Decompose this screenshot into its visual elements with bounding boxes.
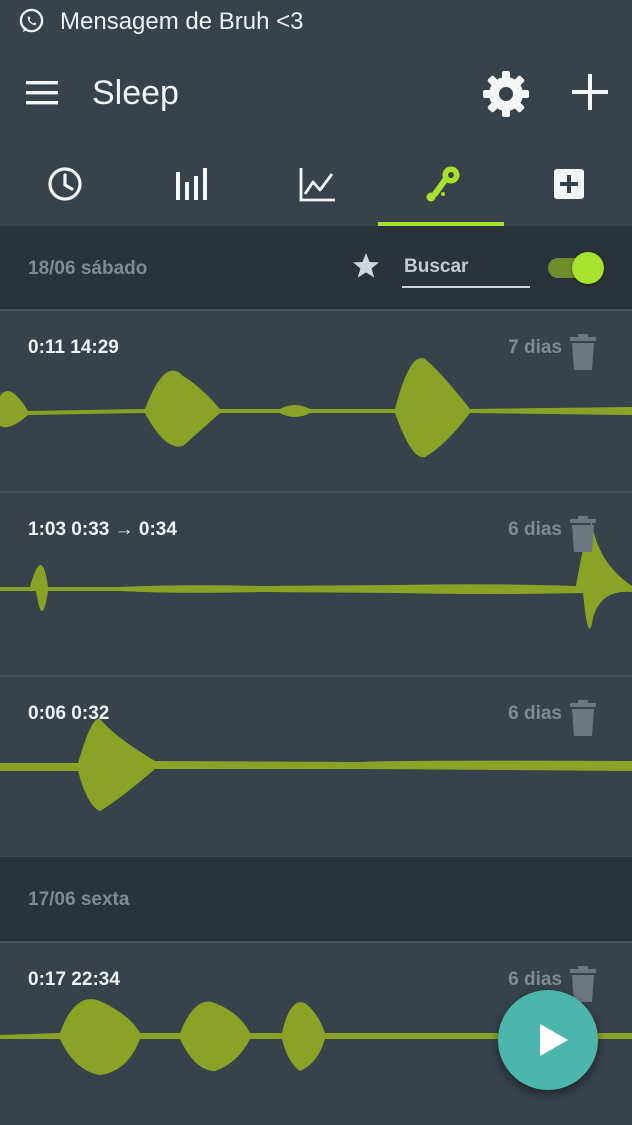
recording-time: 0:17 22:34 [28,969,120,990]
favorites-toggle[interactable] [548,252,604,284]
gear-icon[interactable] [480,68,532,120]
tab-bar [0,144,632,226]
status-bar: Mensagem de Bruh <3 [0,0,632,44]
search-input[interactable] [402,248,530,288]
bar-chart-icon [176,168,207,200]
play-button[interactable] [498,990,598,1090]
recording-age: 7 dias [508,337,562,358]
trash-icon[interactable] [568,699,598,737]
page-title: Sleep [92,74,179,112]
trash-icon[interactable] [568,515,598,553]
add-box-icon [554,169,584,199]
recording-icon [426,166,460,202]
trash-icon[interactable] [568,333,598,371]
plus-icon[interactable] [568,70,612,114]
recording-age: 6 dias [508,703,562,724]
tab-recordings[interactable] [378,144,504,226]
tab-add[interactable] [504,144,630,226]
recording-age: 6 dias [508,519,562,540]
tab-stats[interactable] [126,144,252,226]
date-label: 17/06 sexta [28,889,130,910]
tab-trend[interactable] [252,144,378,226]
whatsapp-icon [19,8,44,33]
recording-time: 0:06 0:32 [28,703,110,724]
recording-age: 6 dias [508,969,562,990]
recording-item[interactable]: 0:06 0:32 6 dias [0,677,632,857]
menu-icon[interactable] [24,78,60,108]
star-icon[interactable] [350,250,382,282]
clock-icon [48,167,82,201]
recording-time: 0:11 14:29 [28,337,119,358]
recording-time: 1:03 0:33 → 0:34 [28,519,177,540]
play-icon [540,1024,568,1056]
date-label: 18/06 sábado [28,258,148,279]
app-bar: Sleep [0,44,632,144]
recording-item[interactable]: 1:03 0:33 → 0:34 6 dias [0,493,632,673]
tab-clock[interactable] [0,144,126,226]
toggle-thumb [572,252,604,284]
recording-item[interactable]: 0:11 14:29 7 dias [0,311,632,491]
notification-text: Mensagem de Bruh <3 [60,8,304,35]
date-header: 17/06 sexta [0,857,632,943]
date-header: 18/06 sábado [0,226,632,312]
line-chart-icon [299,168,335,202]
